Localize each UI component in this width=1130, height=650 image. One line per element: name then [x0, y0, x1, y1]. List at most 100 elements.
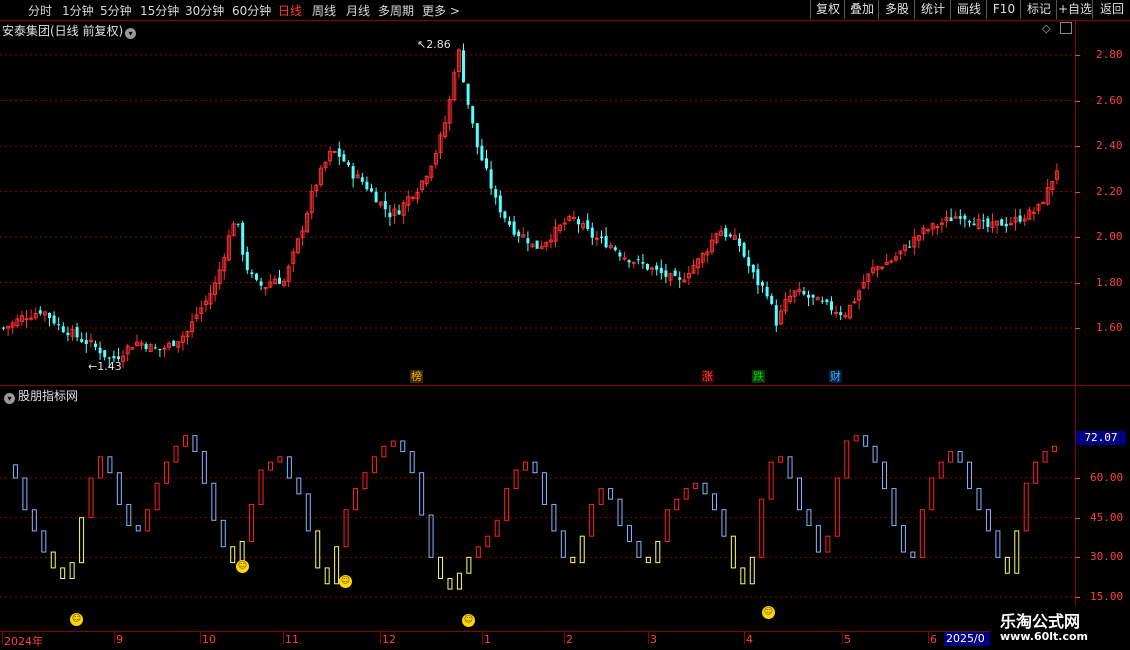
candle-body	[112, 356, 116, 359]
indicator-bar	[343, 509, 349, 548]
indicator-y-tick-label: 15.00	[1090, 590, 1124, 603]
period-tab-6[interactable]: 日线	[278, 2, 302, 19]
candle-body	[742, 242, 746, 257]
period-tab-4[interactable]: 30分钟	[185, 2, 224, 19]
period-tab-5[interactable]: 60分钟	[232, 2, 271, 19]
toolbar-button-6[interactable]: 标记	[1020, 0, 1057, 19]
indicator-bar	[135, 525, 141, 532]
event-marker-die[interactable]: 跌	[752, 370, 765, 383]
indicator-bar	[145, 509, 151, 532]
candle-body	[751, 264, 755, 273]
indicator-bar	[79, 517, 85, 564]
indicator-bar	[730, 535, 736, 569]
y-tick-mark	[1075, 282, 1080, 284]
time-axis-divider-tick	[2, 632, 3, 644]
time-axis-divider-tick	[200, 632, 201, 644]
y-tick-mark	[1075, 146, 1080, 147]
candle-body	[738, 238, 741, 246]
candle-body	[471, 106, 475, 124]
time-axis-label: 3	[650, 633, 657, 646]
candle-body	[802, 290, 806, 295]
indicator-bar	[523, 461, 529, 471]
low-price-value: 1.43	[97, 360, 122, 373]
candle-body	[618, 252, 622, 257]
event-marker-bang[interactable]: 榜	[410, 370, 423, 383]
time-axis-label: 10	[202, 633, 216, 646]
candle-body	[535, 240, 539, 249]
candle-body	[770, 295, 774, 304]
candle-body	[659, 267, 663, 274]
time-axis-divider-tick	[283, 632, 284, 644]
candle-body	[75, 327, 79, 338]
y-tick-label: 2.40	[1096, 139, 1123, 152]
candle-body	[117, 356, 120, 360]
event-marker-cai[interactable]: 财	[829, 370, 842, 383]
candle-body	[475, 123, 479, 148]
candle-body	[1004, 223, 1008, 227]
candle-body	[494, 189, 498, 198]
candle-body	[245, 251, 249, 271]
indicator-bar	[1042, 451, 1048, 463]
candle-body	[963, 215, 967, 220]
time-axis-label: 2	[566, 633, 573, 646]
indicator-bar	[834, 477, 840, 537]
period-tab-10[interactable]: 更多 >	[422, 2, 460, 19]
indicator-bar	[1033, 461, 1039, 484]
toolbar-button-5[interactable]: F10	[986, 0, 1021, 19]
period-tab-0[interactable]: 分时	[28, 2, 52, 19]
toolbar-button-8[interactable]: 返回	[1092, 0, 1130, 19]
candlestick-chart[interactable]	[0, 21, 1075, 385]
candle-body	[631, 261, 636, 264]
indicator-bar	[711, 493, 717, 511]
indicator-bar	[88, 477, 94, 519]
candle-body	[981, 220, 985, 222]
candle-body	[747, 257, 751, 267]
candle-body	[594, 237, 599, 240]
indicator-bar	[456, 572, 462, 590]
event-marker-zhang[interactable]: 涨	[701, 370, 714, 383]
period-tab-3[interactable]: 15分钟	[140, 2, 179, 19]
indicator-bar	[1023, 482, 1029, 532]
indicator-bar	[31, 509, 37, 532]
candle-body	[958, 216, 962, 219]
time-axis-divider-tick	[842, 632, 843, 644]
indicator-bar	[475, 546, 481, 558]
candle-body	[724, 228, 728, 238]
toolbar-button-4[interactable]: 画线	[950, 0, 987, 19]
candle-body	[98, 347, 102, 354]
indicator-bar	[948, 451, 954, 463]
period-tab-8[interactable]: 月线	[346, 2, 370, 19]
period-tab-2[interactable]: 5分钟	[100, 2, 132, 19]
toolbar-button-2[interactable]: 多股	[878, 0, 915, 19]
smiley-signal-icon: ☺	[236, 560, 249, 573]
period-tab-9[interactable]: 多周期	[378, 2, 414, 19]
candle-body	[728, 234, 732, 237]
time-axis-divider-tick	[648, 632, 649, 644]
candle-body	[1008, 223, 1013, 226]
period-tab-1[interactable]: 1分钟	[62, 2, 94, 19]
indicator-chart[interactable]	[0, 386, 1075, 631]
toolbar-button-0[interactable]: 复权	[810, 0, 845, 19]
candle-body	[664, 270, 668, 277]
toolbar-button-1[interactable]: 叠加	[844, 0, 879, 19]
candle-body	[250, 272, 254, 275]
time-axis-label: 6	[930, 633, 937, 646]
y-tick-mark	[1075, 478, 1080, 479]
indicator-bar	[967, 461, 973, 490]
candle-body	[1000, 219, 1004, 226]
indicator-bar	[910, 551, 916, 558]
candle-body	[347, 162, 350, 165]
indicator-bar	[900, 525, 906, 553]
candle-body	[172, 340, 176, 346]
candle-body	[641, 262, 645, 264]
candle-body	[365, 181, 369, 190]
event-die-text: 跌	[753, 370, 764, 383]
indicator-bar	[844, 440, 850, 479]
indicator-bar	[249, 503, 255, 542]
toolbar-button-3[interactable]: 统计	[914, 0, 951, 19]
period-tab-7[interactable]: 周线	[312, 2, 336, 19]
time-axis-label: 11	[285, 633, 299, 646]
y-tick-label: 1.60	[1096, 321, 1123, 334]
time-axis-divider-tick	[114, 632, 115, 644]
toolbar-button-7[interactable]: +自选	[1056, 0, 1093, 19]
